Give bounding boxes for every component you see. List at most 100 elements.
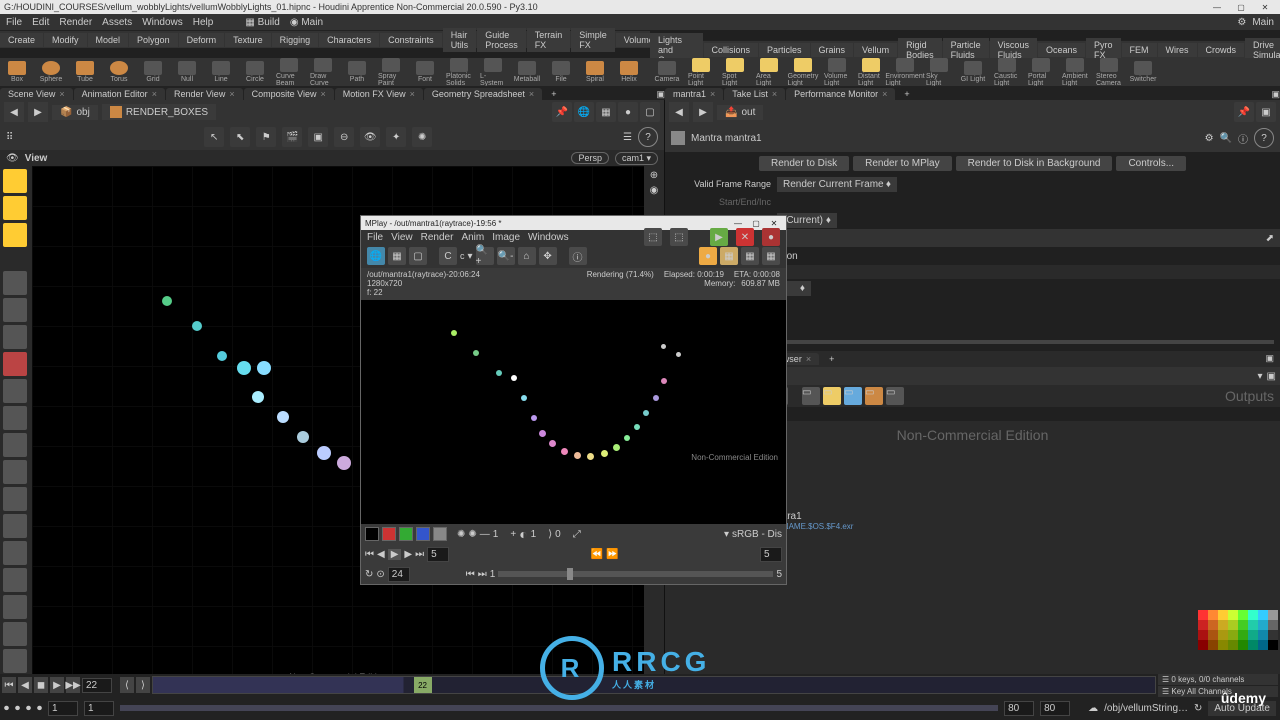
k3-icon[interactable]: ⏺ xyxy=(26,703,31,714)
start-frame-input[interactable]: 1 xyxy=(48,701,78,716)
shelf-characters[interactable]: Characters xyxy=(319,33,379,47)
film-icon[interactable]: 🎬 xyxy=(282,127,302,147)
tab-plus-right[interactable]: + xyxy=(896,88,917,100)
tool-portallight[interactable]: Portal Light xyxy=(1028,58,1054,87)
seek-bar[interactable] xyxy=(498,571,773,577)
shelf-model[interactable]: Model xyxy=(88,33,129,47)
range-slider[interactable] xyxy=(120,705,998,711)
paint-icon[interactable] xyxy=(3,352,27,376)
mplay-min-button[interactable]: — xyxy=(730,218,746,228)
burst2-icon[interactable]: ✺ xyxy=(468,529,476,540)
lock-icon[interactable] xyxy=(3,298,27,322)
pin-icon[interactable]: 📌 xyxy=(552,102,572,122)
tl-stop[interactable]: ◼ xyxy=(34,677,48,693)
tool-distantlight[interactable]: Distant Light xyxy=(858,58,884,87)
window-min-button[interactable]: — xyxy=(1206,2,1228,12)
tool-stereocam[interactable]: Stereo Camera xyxy=(1096,58,1122,87)
camera-selector[interactable]: cam1 ▾ xyxy=(615,152,658,165)
tool-switcher[interactable]: Switcher xyxy=(1130,61,1156,83)
plus-icon[interactable]: + xyxy=(510,529,516,540)
t8-icon[interactable] xyxy=(3,649,27,673)
rt-icon[interactable]: ⊙ xyxy=(376,569,384,580)
tl-next[interactable]: ▶▶ xyxy=(66,677,80,693)
step-back-icon[interactable]: ⏪ xyxy=(591,549,603,560)
search-icon[interactable]: 🔍 xyxy=(1220,133,1232,144)
shelf-simplefx[interactable]: Simple FX xyxy=(571,28,615,52)
tool-sphere[interactable]: Sphere xyxy=(38,61,64,83)
tl-first[interactable]: ⏮ xyxy=(2,677,16,693)
mp-image[interactable]: Image xyxy=(492,232,520,243)
controls-button[interactable]: Controls... xyxy=(1116,156,1186,171)
fps-value[interactable]: 24 xyxy=(388,567,410,582)
mplay-max-button[interactable]: ▢ xyxy=(748,218,764,228)
tool-gilight[interactable]: GI Light xyxy=(960,61,986,83)
window-close-button[interactable]: ✕ xyxy=(1254,2,1276,12)
persp-pill[interactable]: Persp xyxy=(571,152,609,164)
shelf-vellum[interactable]: Vellum xyxy=(854,43,897,57)
tool-platonic[interactable]: Platonic Solids xyxy=(446,58,472,87)
menu-assets[interactable]: Assets xyxy=(102,17,132,28)
k2-icon[interactable]: ⏺ xyxy=(15,703,20,714)
select-icon[interactable]: ⬉ xyxy=(230,127,250,147)
color-picker[interactable] xyxy=(1198,610,1278,650)
seek-start-icon[interactable]: ⏮ xyxy=(466,569,475,580)
shelf-guideprocess[interactable]: Guide Process xyxy=(477,28,526,52)
tool3-icon[interactable]: ⤢ xyxy=(573,529,581,540)
tab-scene-view[interactable]: Scene View× xyxy=(0,88,73,100)
tab-motionfx-view[interactable]: Motion FX View× xyxy=(335,88,423,100)
move-icon[interactable]: ✥ xyxy=(539,247,557,265)
loop-icon[interactable]: ↻ xyxy=(365,569,373,580)
shelf-crowds[interactable]: Crowds xyxy=(1198,43,1245,57)
tab-perfmon[interactable]: Performance Monitor× xyxy=(786,88,895,100)
pal-max-icon[interactable]: ▣ xyxy=(1265,353,1274,365)
shelf-deform[interactable]: Deform xyxy=(179,33,225,47)
menu-file[interactable]: File xyxy=(6,17,22,28)
tool-file[interactable]: File xyxy=(548,61,574,83)
led-icon[interactable]: ● xyxy=(699,247,717,265)
nav-back-r[interactable]: ◀ xyxy=(669,102,689,122)
tab-plus-p[interactable]: + xyxy=(821,353,842,365)
nav-fwd[interactable]: ▶ xyxy=(28,102,48,122)
timeline-marker[interactable]: 22 xyxy=(414,677,432,693)
drag-icon[interactable]: ☰ xyxy=(623,132,632,143)
contrast-icon[interactable]: ◐ xyxy=(519,526,527,542)
tool-font[interactable]: Font xyxy=(412,61,438,83)
render-to-disk-button[interactable]: Render to Disk xyxy=(759,156,849,171)
tool-arealight[interactable]: Area Light xyxy=(756,58,782,87)
screen-icon[interactable]: ▭ xyxy=(802,387,820,405)
tab-composite-view[interactable]: Composite View× xyxy=(244,88,334,100)
shelf-texture[interactable]: Texture xyxy=(225,33,271,47)
tag-icon[interactable]: ▭ xyxy=(865,387,883,405)
tool-causticlight[interactable]: Caustic Light xyxy=(994,58,1020,87)
srgb-label[interactable]: sRGB - Dis xyxy=(732,529,782,540)
end-frame-input[interactable]: 80 xyxy=(1040,701,1070,716)
sw-green[interactable] xyxy=(399,527,413,541)
tab-geo-spreadsheet[interactable]: Geometry Spreadsheet× xyxy=(424,88,542,100)
tool-line[interactable]: Line xyxy=(208,61,234,83)
tool-box[interactable]: Box xyxy=(4,61,30,83)
pane-max-icon[interactable]: ▣ xyxy=(656,89,665,100)
sw-red[interactable] xyxy=(382,527,396,541)
shelf-wires[interactable]: Wires xyxy=(1158,43,1197,57)
end-frame[interactable]: 5 xyxy=(760,547,782,562)
window-max-button[interactable]: ▢ xyxy=(1230,2,1252,12)
tool-torus[interactable]: Torus xyxy=(106,61,132,83)
note-icon[interactable]: ▭ xyxy=(823,387,841,405)
globe2-icon[interactable]: 🌐 xyxy=(367,247,385,265)
g3-icon[interactable]: ▦ xyxy=(762,247,780,265)
tool-tube[interactable]: Tube xyxy=(72,61,98,83)
info2-icon[interactable]: ⓘ xyxy=(569,247,587,265)
tab-mantra1[interactable]: mantra1× xyxy=(665,88,723,100)
box2-icon[interactable]: ▢ xyxy=(409,247,427,265)
tl-current[interactable]: 22 xyxy=(82,678,112,693)
range-start[interactable]: 1 xyxy=(84,701,114,716)
sw-black[interactable] xyxy=(365,527,379,541)
info-icon[interactable]: ⓘ xyxy=(1238,131,1248,146)
globe-icon[interactable]: 🌐 xyxy=(574,102,594,122)
tool-envlight[interactable]: Environment Light xyxy=(892,58,918,87)
render-bg-button[interactable]: Render to Disk in Background xyxy=(956,156,1113,171)
mp-windows[interactable]: Windows xyxy=(528,232,569,243)
c-button[interactable]: C xyxy=(439,247,457,265)
mplay-window[interactable]: MPlay - /out/mantra1(raytrace)-19:56 * —… xyxy=(360,215,787,585)
g2-icon[interactable]: ▦ xyxy=(741,247,759,265)
